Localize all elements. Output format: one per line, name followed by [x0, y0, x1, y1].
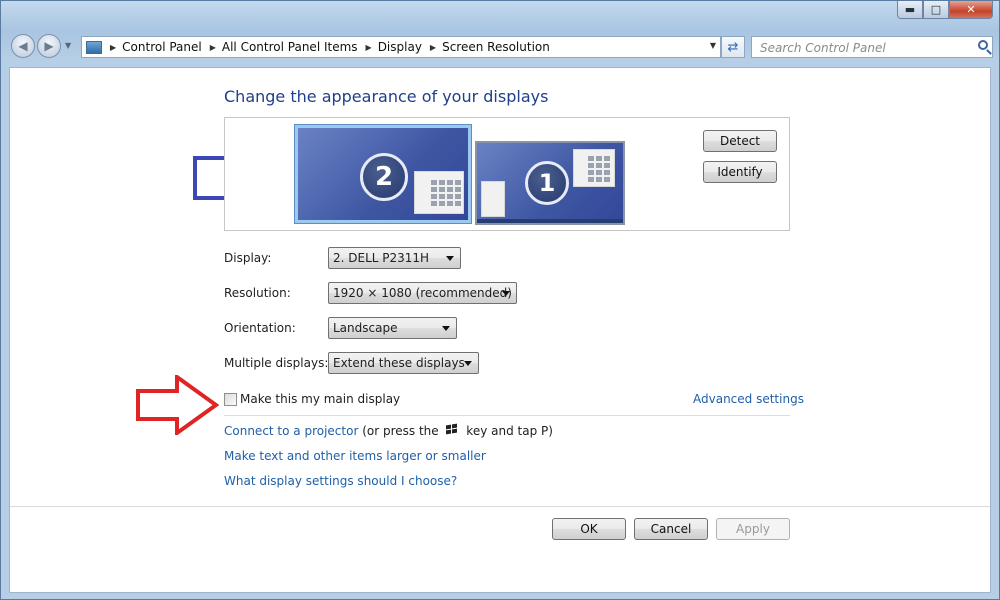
search-input[interactable]: [758, 38, 972, 58]
recent-pages-dropdown[interactable]: ▼: [65, 41, 71, 50]
chevron-down-icon: [442, 326, 450, 331]
red-arrow-annotation: [136, 375, 219, 435]
chevron-down-icon: [502, 291, 510, 296]
multiple-displays-select-value: Extend these displays: [333, 356, 465, 370]
orientation-select[interactable]: Landscape: [328, 317, 457, 339]
minimize-button[interactable]: ▬: [897, 1, 923, 19]
mini-window-icon: [414, 171, 464, 214]
breadcrumb-control-panel[interactable]: Control Panel: [122, 40, 202, 54]
search-icon[interactable]: [978, 40, 988, 50]
projector-row: Connect to a projector (or press the key…: [224, 423, 553, 438]
mini-taskbar: [477, 219, 623, 223]
refresh-button[interactable]: ⇄: [721, 36, 745, 58]
connect-projector-link[interactable]: Connect to a projector: [224, 424, 358, 438]
navigation-bar: ◀ ▶ ▼ ▶ Control Panel ▶ All Control Pane…: [9, 33, 993, 61]
monitor-arrangement[interactable]: 2 1 Detect Identify: [224, 117, 790, 231]
address-dropdown-icon[interactable]: ▼: [710, 41, 716, 50]
close-icon: ✕: [966, 3, 976, 16]
search-box[interactable]: [751, 36, 993, 58]
monitor-2-number: 2: [360, 153, 408, 201]
monitor-1-number: 1: [525, 161, 569, 205]
maximize-icon: □: [930, 3, 942, 16]
orientation-label: Orientation:: [224, 321, 296, 335]
chevron-right-icon[interactable]: ▶: [366, 43, 372, 52]
forward-arrow-icon: ▶: [44, 39, 54, 53]
projector-hint-pre: (or press the: [358, 424, 443, 438]
display-label: Display:: [224, 251, 272, 265]
breadcrumb-display[interactable]: Display: [378, 40, 422, 54]
identify-button[interactable]: Identify: [703, 161, 777, 183]
text-size-link[interactable]: Make text and other items larger or smal…: [224, 449, 486, 463]
control-panel-icon: [86, 40, 102, 54]
resolution-select-value: 1920 × 1080 (recommended): [333, 286, 512, 300]
detect-button[interactable]: Detect: [703, 130, 777, 152]
multiple-displays-label: Multiple displays:: [224, 356, 329, 370]
display-help-link[interactable]: What display settings should I choose?: [224, 474, 457, 488]
chevron-right-icon[interactable]: ▶: [210, 43, 216, 52]
refresh-icon: ⇄: [727, 39, 739, 55]
breadcrumb-screen-resolution[interactable]: Screen Resolution: [442, 40, 550, 54]
chevron-down-icon: [464, 361, 472, 366]
close-button[interactable]: ✕: [949, 1, 993, 19]
chevron-right-icon[interactable]: ▶: [430, 43, 436, 52]
monitor-1[interactable]: 1: [475, 141, 625, 225]
resolution-label: Resolution:: [224, 286, 291, 300]
main-display-checkbox[interactable]: [224, 393, 237, 406]
mini-grid-icon: [588, 156, 610, 182]
multiple-displays-select[interactable]: Extend these displays: [328, 352, 479, 374]
cancel-button[interactable]: Cancel: [634, 518, 708, 540]
windows-logo-icon: [446, 423, 458, 436]
orientation-select-value: Landscape: [333, 321, 398, 335]
page-title: Change the appearance of your displays: [224, 87, 549, 106]
back-button[interactable]: ◀: [11, 34, 35, 58]
chevron-down-icon: [446, 256, 454, 261]
resolution-select[interactable]: 1920 × 1080 (recommended): [328, 282, 517, 304]
maximize-button[interactable]: □: [923, 1, 949, 19]
mini-grid-icon: [431, 180, 461, 206]
chevron-right-icon[interactable]: ▶: [110, 43, 116, 52]
main-display-checkbox-label[interactable]: Make this my main display: [240, 392, 400, 406]
caption-buttons: ▬ □ ✕: [897, 1, 993, 19]
advanced-settings-link[interactable]: Advanced settings: [693, 392, 804, 406]
content-panel: Change the appearance of your displays 2: [9, 67, 991, 593]
mini-sidebar-icon: [481, 181, 505, 217]
forward-button[interactable]: ▶: [37, 34, 61, 58]
screen-resolution-window: ▬ □ ✕ ◀ ▶ ▼ ▶ Control Panel ▶ All Contro…: [0, 0, 1000, 600]
back-arrow-icon: ◀: [18, 39, 28, 53]
monitor-2[interactable]: 2: [295, 125, 471, 223]
display-select-value: 2. DELL P2311H: [333, 251, 430, 265]
mini-window-icon: [573, 149, 615, 187]
ok-button[interactable]: OK: [552, 518, 626, 540]
breadcrumb-all-items[interactable]: All Control Panel Items: [222, 40, 358, 54]
display-select[interactable]: 2. DELL P2311H: [328, 247, 461, 269]
address-bar[interactable]: ▶ Control Panel ▶ All Control Panel Item…: [81, 36, 721, 58]
divider: [224, 415, 790, 416]
apply-button[interactable]: Apply: [716, 518, 790, 540]
minimize-icon: ▬: [904, 3, 916, 16]
projector-hint-post: key and tap P): [462, 424, 553, 438]
bottom-divider: [10, 506, 990, 507]
